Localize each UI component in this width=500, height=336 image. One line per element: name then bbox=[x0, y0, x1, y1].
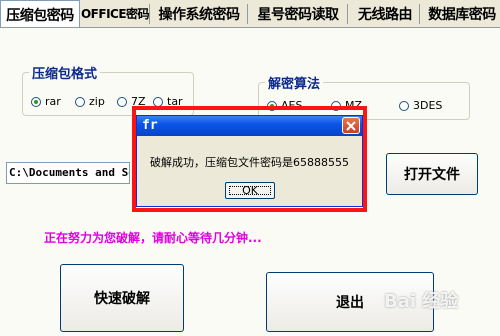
tab-label: 数据库密码 bbox=[428, 6, 496, 23]
radio-icon bbox=[399, 100, 409, 111]
radio-label: 3DES bbox=[413, 99, 443, 112]
radio-icon bbox=[117, 96, 127, 107]
tab-office-password[interactable]: OFFICE密码 bbox=[80, 1, 150, 26]
close-button[interactable] bbox=[342, 117, 360, 134]
button-label: 打开文件 bbox=[404, 167, 460, 183]
button-label: 快速破解 bbox=[94, 291, 150, 307]
tab-os-password[interactable]: 操作系统密码 bbox=[152, 1, 248, 26]
watermark: Bai 经验 bbox=[384, 291, 459, 312]
decrypt-algorithm-title: 解密算法 bbox=[265, 73, 324, 92]
status-text: 正在努力为您破解，请耐心等待几分钟... bbox=[44, 231, 262, 245]
radio-zip[interactable]: zip bbox=[75, 95, 105, 108]
quick-crack-button[interactable]: 快速破解 bbox=[60, 264, 184, 332]
dialog-message: 破解成功，压缩包文件密码是65888555 bbox=[150, 156, 349, 169]
open-file-button[interactable]: 打开文件 bbox=[386, 153, 478, 195]
close-icon bbox=[346, 120, 356, 131]
radio-label: rar bbox=[45, 95, 61, 108]
tab-database-password[interactable]: 数据库密码 bbox=[424, 1, 500, 26]
focus-rect bbox=[229, 186, 271, 195]
dialog-title-bar[interactable]: fr bbox=[137, 116, 362, 136]
tab-label: 星号密码读取 bbox=[257, 6, 340, 23]
tab-label: 无线路由 bbox=[358, 6, 413, 23]
archive-format-title: 压缩包格式 bbox=[29, 63, 101, 82]
dialog-title: fr bbox=[142, 118, 158, 133]
message-dialog: fr 破解成功，压缩包文件密码是65888555 OK bbox=[136, 115, 363, 207]
radio-rar[interactable]: rar bbox=[31, 95, 61, 108]
button-label: 退出 bbox=[336, 295, 364, 311]
tab-wireless-router[interactable]: 无线路由 bbox=[352, 1, 420, 26]
tab-label: OFFICE密码 bbox=[80, 7, 150, 21]
radio-selected-icon bbox=[31, 96, 41, 107]
tab-archive-password[interactable]: 压缩包密码 bbox=[0, 0, 80, 28]
tab-bar: 压缩包密码 OFFICE密码 操作系统密码 星号密码读取 无线路由 数据库密码 bbox=[0, 0, 500, 28]
ok-button[interactable]: OK bbox=[225, 182, 275, 199]
tab-label: 压缩包密码 bbox=[6, 7, 74, 24]
file-path-input[interactable]: C:\Documents and Settings bbox=[6, 162, 130, 184]
tab-asterisk-password[interactable]: 星号密码读取 bbox=[250, 1, 348, 26]
tab-label: 操作系统密码 bbox=[158, 6, 241, 23]
radio-icon bbox=[75, 96, 85, 107]
radio-icon bbox=[153, 96, 163, 107]
radio-3des[interactable]: 3DES bbox=[399, 99, 442, 112]
radio-label: zip bbox=[89, 95, 105, 108]
